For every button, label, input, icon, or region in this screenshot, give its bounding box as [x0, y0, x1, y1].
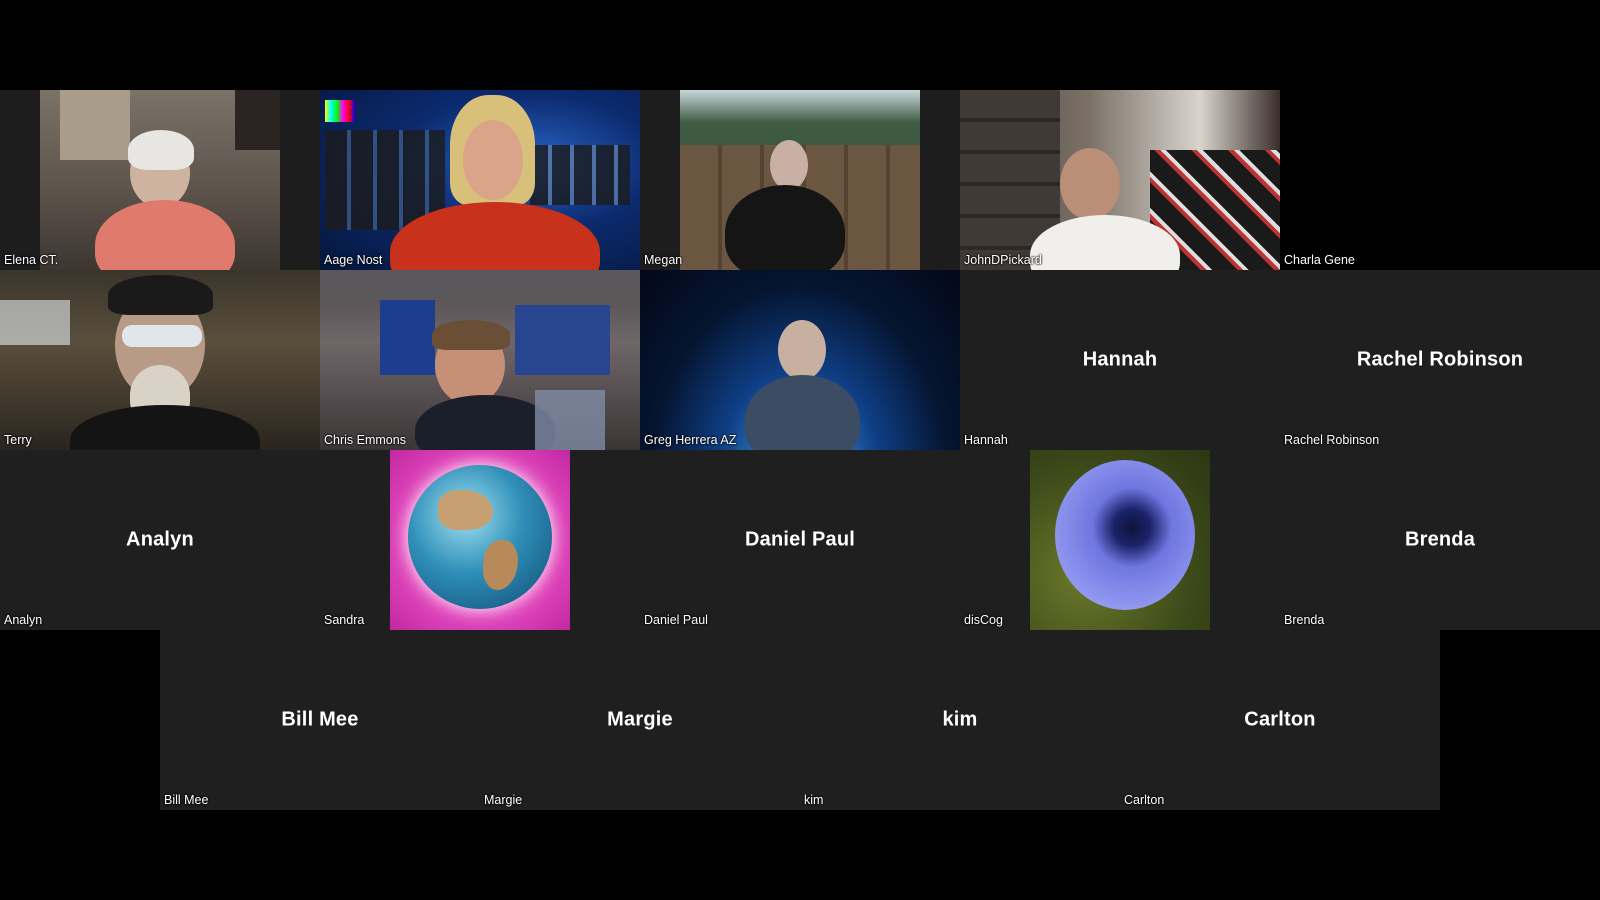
video-feed — [320, 90, 640, 270]
participant-name-label: Rachel Robinson — [1284, 433, 1380, 447]
video-gallery: Elena CT. Aage Nost Megan JohnDPickard C… — [0, 0, 1600, 900]
participant-tile-sandra[interactable]: Sandra — [320, 450, 640, 630]
participant-center-name: Analyn — [126, 528, 194, 551]
participant-name-label: Brenda — [1284, 613, 1325, 627]
participant-name-label: Chris Emmons — [324, 433, 406, 447]
participant-center-name: kim — [942, 708, 978, 731]
video-feed — [960, 90, 1280, 270]
participant-tile-carlton[interactable]: Carlton Carlton — [1120, 630, 1440, 810]
participant-tile-chris[interactable]: Chris Emmons — [320, 270, 640, 450]
participant-name-label: Charla Gene — [1284, 253, 1355, 267]
participant-name-label: kim — [804, 793, 824, 807]
participant-name-label: Analyn — [4, 613, 43, 627]
video-feed — [640, 90, 960, 270]
participant-tile-rachel[interactable]: Rachel Robinson Rachel Robinson — [1280, 270, 1600, 450]
participant-tile-aage[interactable]: Aage Nost — [320, 90, 640, 270]
participant-tile-analyn[interactable]: Analyn Analyn — [0, 450, 320, 630]
participant-tile-greg[interactable]: Greg Herrera AZ — [640, 270, 960, 450]
participant-tile-johndpickard[interactable]: JohnDPickard — [960, 90, 1280, 270]
participant-name-label: Terry — [4, 433, 32, 447]
participant-center-name: Carlton — [1244, 708, 1316, 731]
participant-center-name: Brenda — [1404, 528, 1476, 551]
video-feed — [0, 90, 320, 270]
participant-tile-bill[interactable]: Bill Mee Bill Mee — [160, 630, 480, 810]
participant-center-name: Hannah — [1082, 348, 1158, 371]
blue-flower-icon — [1030, 450, 1210, 630]
participant-tile-daniel[interactable]: Daniel Paul Daniel Paul — [640, 450, 960, 630]
participant-tile-megan[interactable]: Megan — [640, 90, 960, 270]
participant-name-label: Daniel Paul — [644, 613, 708, 627]
participant-center-name: Daniel Paul — [744, 528, 855, 551]
video-feed — [0, 270, 320, 450]
participant-tile-discog[interactable]: disCog — [960, 450, 1280, 630]
participant-tile-brenda[interactable]: Brenda Brenda — [1280, 450, 1600, 630]
participant-name-label: Margie — [484, 793, 523, 807]
participant-name-label: disCog — [964, 613, 1003, 627]
participant-name-label: Sandra — [324, 613, 365, 627]
participant-name-label: Carlton — [1124, 793, 1165, 807]
video-feed — [320, 270, 640, 450]
participant-center-name: Margie — [607, 708, 673, 731]
participant-tile-elena[interactable]: Elena CT. — [0, 90, 320, 270]
video-feed — [640, 270, 960, 450]
participant-name-label: Aage Nost — [324, 253, 383, 267]
participant-name-label: Hannah — [964, 433, 1008, 447]
participant-name-label: JohnDPickard — [964, 253, 1042, 267]
participant-name-label: Bill Mee — [164, 793, 209, 807]
participant-name-label: Elena CT. — [4, 253, 59, 267]
participant-tile-terry[interactable]: Terry — [0, 270, 320, 450]
participant-tile-charla[interactable]: Charla Gene — [1280, 90, 1600, 270]
participant-tile-kim[interactable]: kim kim — [800, 630, 1120, 810]
participant-tile-hannah[interactable]: Hannah Hannah — [960, 270, 1280, 450]
participant-center-name: Bill Mee — [281, 708, 359, 731]
earth-globe-icon — [390, 450, 570, 630]
participant-center-name: Rachel Robinson — [1356, 348, 1524, 371]
participant-name-label: Greg Herrera AZ — [644, 433, 737, 447]
participant-name-label: Megan — [644, 253, 683, 267]
participant-tile-margie[interactable]: Margie Margie — [480, 630, 800, 810]
